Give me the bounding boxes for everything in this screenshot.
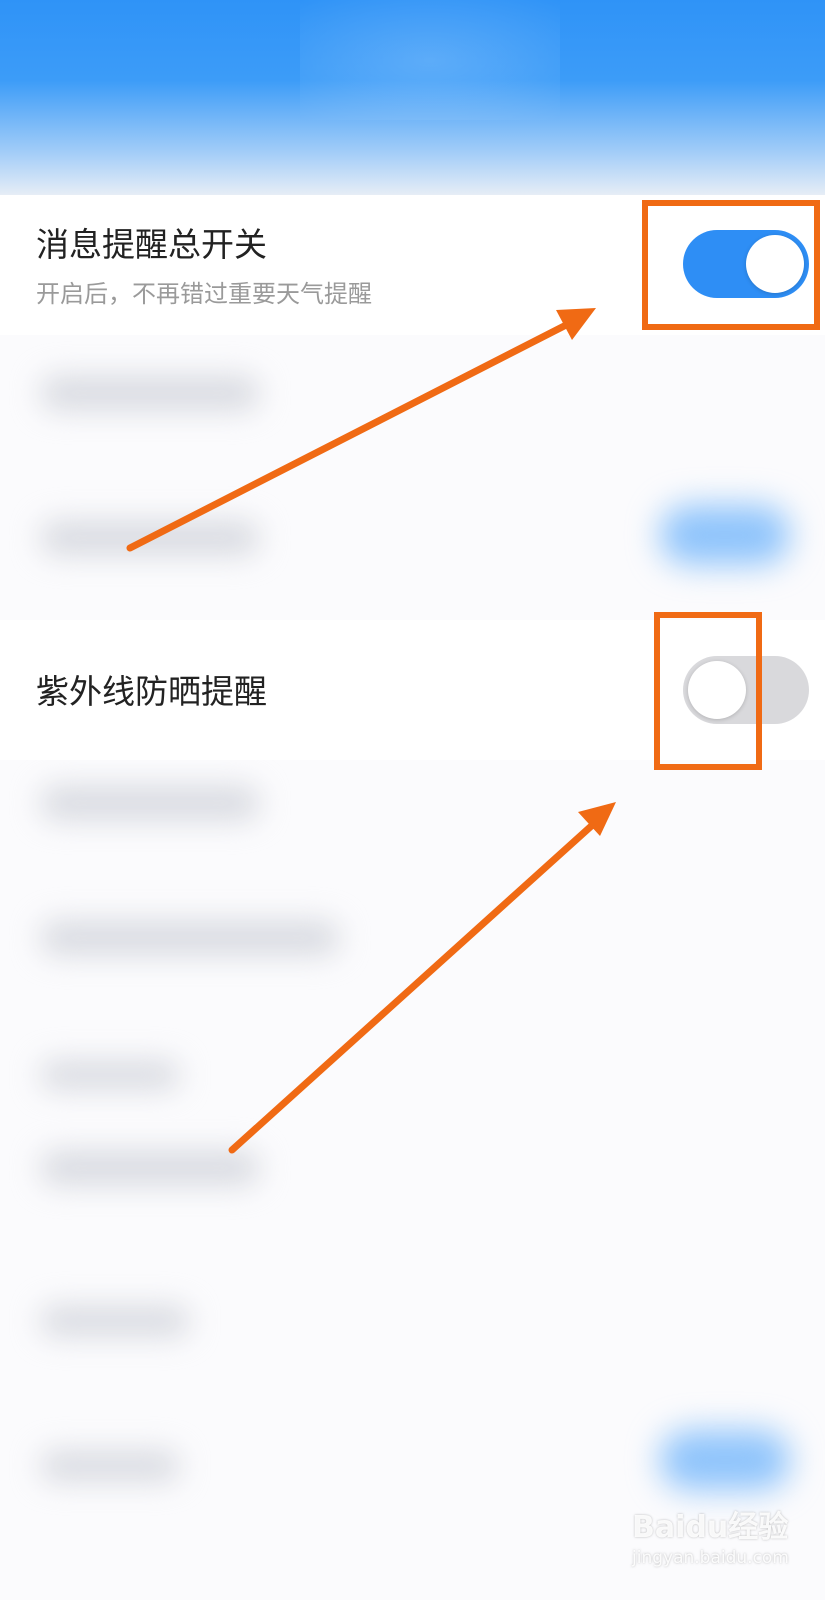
watermark-logo: Baidu经验	[632, 1510, 789, 1545]
arrow-to-uv-toggle	[228, 816, 602, 1154]
watermark-url: jingyan.baidu.com	[632, 1548, 789, 1568]
baidu-jingyan-watermark: Baidu经验 jingyan.baidu.com	[632, 1502, 802, 1582]
arrow-to-master-switch	[126, 318, 576, 552]
annotation-arrows	[126, 308, 616, 1154]
